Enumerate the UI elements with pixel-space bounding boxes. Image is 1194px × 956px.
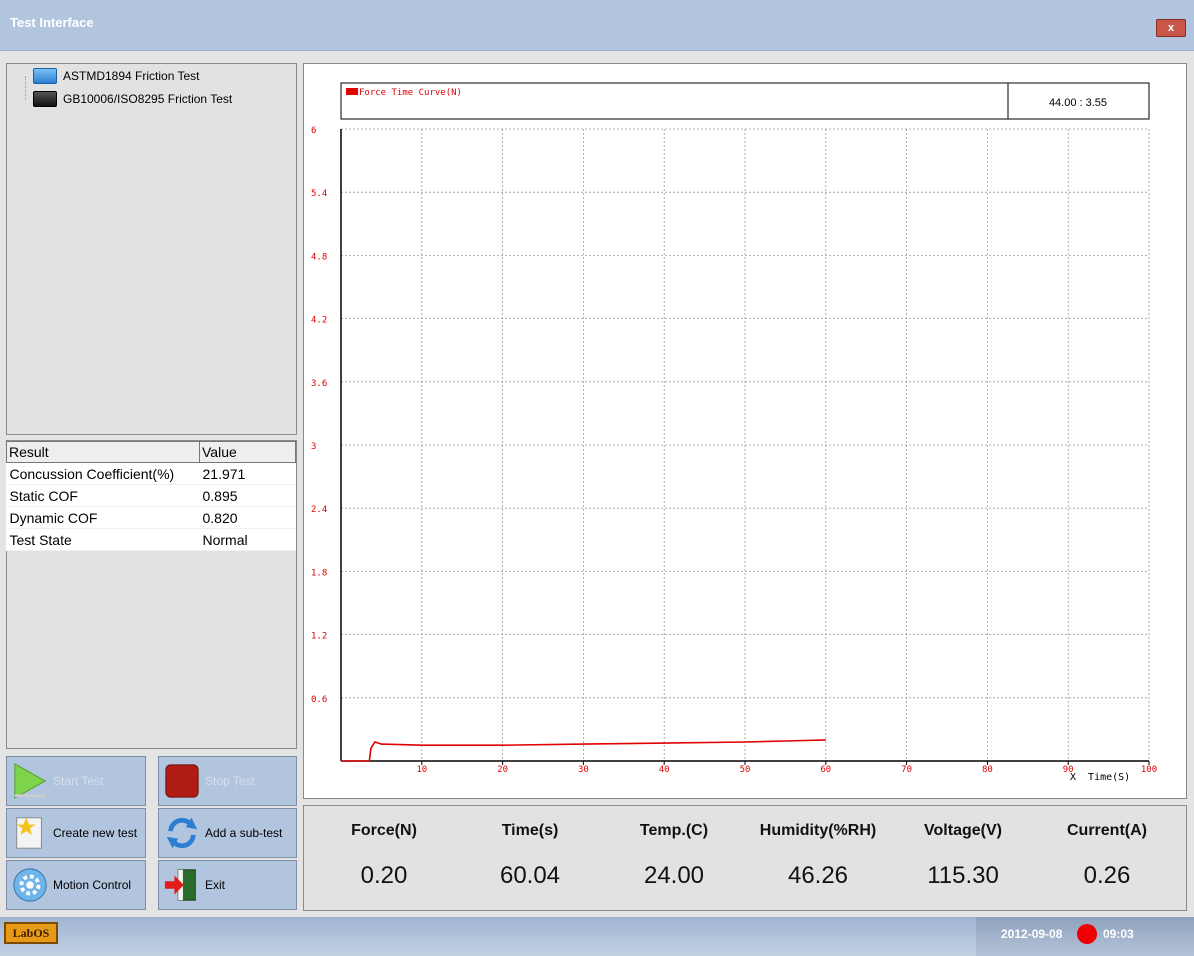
y-tick-label: 0.6 bbox=[311, 695, 327, 705]
column-header-value: Value bbox=[199, 441, 296, 463]
readout-value-humidity: 46.26 bbox=[787, 862, 849, 889]
record-indicator-icon bbox=[1077, 924, 1097, 944]
y-tick-label: 4.8 bbox=[311, 252, 327, 262]
add-sub-test-label: Add a sub-test bbox=[205, 826, 283, 840]
table-row: Dynamic COF 0.820 bbox=[6, 506, 296, 529]
y-axis-ticks: 0.6 1.2 1.8 2.4 3 3.6 4.2 4.8 5.4 6 bbox=[311, 126, 327, 705]
close-icon: x bbox=[1167, 22, 1175, 34]
table-row: Test State Normal bbox=[6, 528, 296, 551]
title-bar: Test Interface x bbox=[0, 0, 1194, 51]
add-sub-test-button[interactable]: Add a sub-test bbox=[158, 808, 297, 858]
result-value: Normal bbox=[199, 528, 296, 551]
chart-grid bbox=[341, 128, 1150, 765]
refresh-arrows-icon bbox=[166, 817, 198, 849]
column-header-result: Result bbox=[6, 441, 200, 463]
cursor-readout: 44.00 : 3.55 bbox=[1049, 97, 1107, 109]
readout-label-force: Force(N) bbox=[351, 822, 417, 839]
readout-panel: Force(N) 0.20 Time(s) 60.04 Temp.(C) 24.… bbox=[303, 805, 1187, 911]
y-tick-label: 6 bbox=[311, 126, 316, 136]
result-name: Test State bbox=[6, 528, 200, 551]
x-tick-label: 70 bbox=[901, 765, 912, 775]
tree-item-gb[interactable]: GB10006/ISO8295 Friction Test bbox=[33, 91, 232, 107]
folder-open-icon bbox=[33, 68, 57, 84]
tree-connector bbox=[25, 76, 26, 100]
test-tree-panel: ASTMD1894 Friction Test GB10006/ISO8295 … bbox=[6, 63, 297, 435]
tree-item-label: GB10006/ISO8295 Friction Test bbox=[63, 92, 233, 106]
chart-header-box bbox=[340, 82, 1150, 120]
stop-test-label: Stop Test bbox=[205, 774, 255, 788]
y-tick-label: 2.4 bbox=[311, 505, 327, 515]
x-tick-label: 20 bbox=[497, 765, 508, 775]
exit-label: Exit bbox=[205, 878, 226, 892]
window-title: Test Interface bbox=[10, 15, 94, 30]
start-test-label: Start Test bbox=[53, 774, 104, 788]
result-value: 21.971 bbox=[199, 462, 296, 485]
create-new-test-button[interactable]: Create new test bbox=[6, 808, 146, 858]
tree-item-label: ASTMD1894 Friction Test bbox=[63, 69, 200, 83]
legend-label: Force Time Curve(N) bbox=[359, 88, 462, 98]
result-name: Concussion Coefficient(%) bbox=[6, 462, 200, 485]
close-button[interactable]: x bbox=[1156, 19, 1186, 37]
y-tick-label: 5.4 bbox=[311, 189, 327, 199]
tray-date: 2012-09-08 bbox=[1001, 927, 1063, 941]
readout-value-voltage: 115.30 bbox=[927, 862, 999, 889]
x-axis-ticks: 10 20 30 40 50 60 70 80 90 100 bbox=[416, 765, 1157, 775]
readout-value-temp: 24.00 bbox=[643, 862, 705, 889]
start-button[interactable]: LabOS bbox=[4, 922, 58, 944]
readout-label-temp: Temp.(C) bbox=[639, 822, 709, 839]
tray-clock: 09:03 bbox=[1103, 927, 1134, 941]
stop-test-button[interactable]: Stop Test bbox=[158, 756, 297, 806]
chart-panel: Force Time Curve(N) 44.00 : 3.55 0.6 1.2 1… bbox=[303, 63, 1187, 799]
readout-value-force: 0.20 bbox=[360, 862, 408, 889]
readout-label-time: Time(s) bbox=[501, 822, 559, 839]
tree-item-astm[interactable]: ASTMD1894 Friction Test bbox=[33, 68, 200, 84]
create-new-test-label: Create new test bbox=[53, 826, 138, 840]
table-row: Static COF 0.895 bbox=[6, 484, 296, 507]
start-test-button[interactable]: Start Test bbox=[6, 756, 146, 806]
y-tick-label: 1.8 bbox=[311, 568, 327, 578]
readout-label-current: Current(A) bbox=[1067, 822, 1147, 839]
stop-icon bbox=[165, 764, 199, 798]
table-header-row: Result Value bbox=[6, 441, 296, 463]
system-tray: 2012-09-08 09:03 bbox=[976, 917, 1194, 956]
taskbar: LabOS 2012-09-08 09:03 bbox=[0, 917, 1194, 956]
x-tick-label: 100 bbox=[1141, 765, 1157, 775]
force-time-chart: Force Time Curve(N) 44.00 : 3.55 0.6 1.2 1… bbox=[311, 82, 1157, 783]
readout-label-voltage: Voltage(V) bbox=[924, 822, 1002, 839]
motion-control-button[interactable]: Motion Control bbox=[6, 860, 146, 910]
results-table: Result Value Concussion Coefficient(%) 2… bbox=[6, 441, 296, 551]
result-value: 0.820 bbox=[199, 506, 296, 529]
exit-door-icon bbox=[164, 869, 196, 901]
table-row: Concussion Coefficient(%) 21.971 bbox=[6, 462, 296, 485]
result-name: Dynamic COF bbox=[6, 506, 200, 529]
x-tick-label: 50 bbox=[740, 765, 751, 775]
x-tick-label: 10 bbox=[416, 765, 427, 775]
motion-control-label: Motion Control bbox=[53, 878, 132, 892]
y-tick-label: 3.6 bbox=[311, 379, 327, 389]
x-axis-label: X Time(S) bbox=[1070, 772, 1130, 783]
new-document-icon bbox=[16, 817, 42, 849]
y-tick-label: 1.2 bbox=[311, 632, 327, 642]
x-tick-label: 60 bbox=[820, 765, 831, 775]
folder-icon bbox=[33, 91, 57, 107]
result-value: 0.895 bbox=[199, 484, 296, 507]
y-tick-label: 3 bbox=[311, 442, 316, 452]
readout-value-current: 0.26 bbox=[1083, 862, 1131, 889]
exit-button[interactable]: Exit bbox=[158, 860, 297, 910]
y-tick-label: 4.2 bbox=[311, 316, 327, 326]
x-tick-label: 30 bbox=[578, 765, 589, 775]
legend-swatch bbox=[346, 88, 358, 95]
x-tick-label: 80 bbox=[982, 765, 993, 775]
gear-icon bbox=[13, 868, 47, 902]
readout-value-time: 60.04 bbox=[499, 862, 561, 889]
play-icon bbox=[14, 763, 47, 799]
result-name: Static COF bbox=[6, 484, 200, 507]
x-tick-label: 40 bbox=[659, 765, 670, 775]
readout-label-humidity: Humidity(%RH) bbox=[759, 822, 877, 839]
